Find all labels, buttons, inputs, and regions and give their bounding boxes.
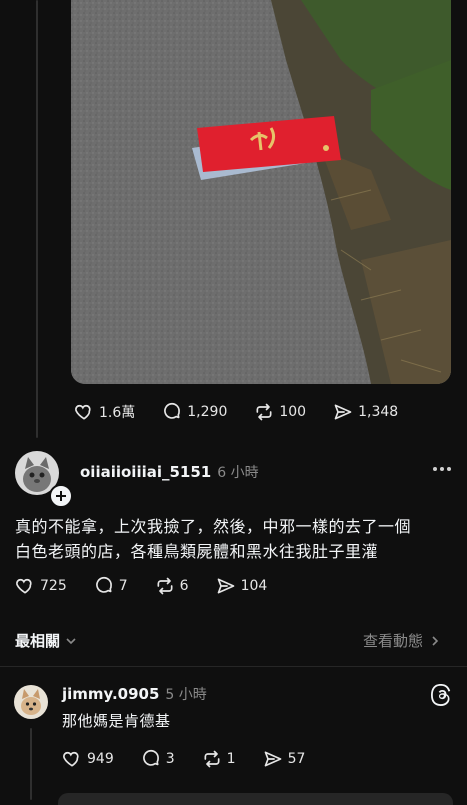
share-button[interactable]: 1,348 — [333, 402, 398, 422]
like-count: 949 — [87, 751, 114, 767]
heart-icon — [63, 751, 79, 767]
share-count: 57 — [287, 751, 306, 767]
thread-connector-line — [30, 728, 32, 800]
repost-button[interactable]: 100 — [254, 402, 306, 422]
timestamp: 5 小時 — [165, 687, 207, 703]
repost-icon — [256, 403, 272, 421]
reply-body: 真的不能拿，上次我撿了，然後，中邪一樣的去了一個 白色老頭的店，各種鳥類屍體和黑… — [15, 514, 455, 564]
sort-label: 最相關 — [15, 632, 61, 650]
dog-avatar-icon — [14, 685, 48, 719]
repost-button[interactable]: 1 — [202, 749, 236, 769]
comment-button[interactable]: 3 — [141, 749, 175, 769]
comment-body: 那他媽是肯德基 — [62, 712, 171, 730]
share-count: 1,348 — [358, 404, 399, 420]
avatar[interactable] — [14, 685, 48, 719]
share-button[interactable]: 104 — [216, 576, 268, 596]
like-button[interactable]: 725 — [15, 576, 67, 596]
chevron-down-icon — [66, 637, 76, 644]
red-envelope-photo — [71, 0, 451, 384]
send-icon — [334, 404, 352, 420]
like-count: 1.6萬 — [99, 405, 136, 421]
view-activity-label: 查看動態 — [363, 632, 424, 650]
threads-icon — [431, 684, 451, 706]
more-dots-icon — [433, 467, 451, 471]
post-action-bar: 1.6萬 1,290 100 1,348 — [74, 402, 398, 422]
post-photo[interactable] — [71, 0, 451, 384]
repost-count: 100 — [279, 404, 307, 420]
view-activity-link[interactable]: 查看動態 — [363, 630, 440, 651]
chevron-right-icon — [432, 635, 439, 646]
repost-icon — [204, 750, 220, 768]
send-icon — [217, 578, 234, 594]
like-button[interactable]: 1.6萬 — [74, 402, 135, 422]
follow-plus-button[interactable] — [49, 484, 73, 508]
username[interactable]: oiiaiioiiiai_5151 — [80, 463, 211, 481]
comment-count: 1,290 — [187, 404, 228, 420]
next-card-edge — [58, 793, 453, 805]
plus-icon — [56, 491, 66, 501]
threads-logo-button[interactable] — [430, 683, 452, 711]
comment-count: 7 — [118, 578, 128, 594]
more-options-button[interactable] — [432, 466, 452, 472]
comment-action-bar: 949 3 1 57 — [62, 749, 305, 769]
repost-button[interactable]: 6 — [155, 576, 189, 596]
repost-count: 6 — [179, 578, 189, 594]
like-button[interactable]: 949 — [62, 749, 114, 769]
share-button[interactable]: 57 — [263, 749, 306, 769]
divider — [0, 666, 467, 667]
thread-connector-line — [36, 0, 38, 438]
like-count: 725 — [40, 578, 67, 594]
comment-button[interactable]: 1,290 — [162, 402, 227, 422]
comment-icon — [95, 576, 112, 593]
timestamp: 6 小時 — [217, 465, 259, 481]
repost-icon — [157, 577, 173, 595]
sort-dropdown[interactable]: 最相關 — [15, 630, 77, 651]
comment-icon — [164, 402, 181, 419]
comment-icon — [142, 749, 159, 766]
share-count: 104 — [240, 578, 268, 594]
comment-count: 3 — [165, 751, 175, 767]
reply-text-line-1: 真的不能拿，上次我撿了，然後，中邪一樣的去了一個 — [15, 517, 412, 536]
send-icon — [264, 751, 281, 767]
heart-icon — [75, 404, 91, 420]
reply-header: oiiaiioiiiai_5151 6 小時 — [80, 462, 259, 482]
reply-action-bar: 725 7 6 104 — [15, 576, 267, 596]
comment-button[interactable]: 7 — [94, 576, 128, 596]
repost-count: 1 — [226, 751, 236, 767]
username[interactable]: jimmy.0905 — [62, 685, 159, 703]
heart-icon — [16, 578, 32, 594]
comment-header: jimmy.0905 5 小時 — [62, 684, 207, 704]
reply-text-line-2: 白色老頭的店，各種鳥類屍體和黑水往我肚子里灌 — [15, 542, 379, 561]
